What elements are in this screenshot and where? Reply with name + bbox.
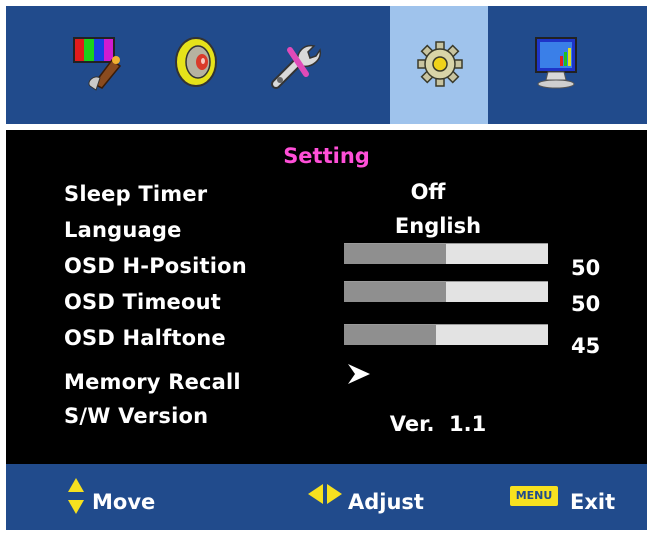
sleep-timer-value[interactable]: Off (368, 180, 488, 204)
osd-h-position-value: 50 (571, 256, 601, 280)
footer-bar: Move Adjust MENU Exit (6, 464, 647, 530)
footer-exit: MENU Exit (510, 464, 630, 530)
footer-adjust: Adjust (306, 464, 446, 530)
monitor-icon (535, 37, 577, 89)
tab-tools[interactable] (244, 6, 342, 124)
osd-h-position-slider-fill (344, 244, 446, 264)
tab-display[interactable] (506, 6, 604, 124)
tab-picture[interactable] (48, 6, 146, 124)
footer-move-label: Move (92, 490, 156, 514)
osd-h-position-label[interactable]: OSD H-Position (64, 254, 247, 278)
memory-recall-label[interactable]: Memory Recall (64, 370, 241, 394)
tab-sound[interactable] (146, 6, 244, 124)
osd-halftone-slider-fill (344, 325, 436, 345)
osd-timeout-slider[interactable] (344, 281, 548, 302)
sw-version-label: S/W Version (64, 404, 209, 428)
up-down-arrows-icon (68, 478, 84, 514)
menu-key-icon: MENU (510, 486, 558, 506)
tab-setting[interactable] (390, 6, 488, 124)
left-right-arrows-icon (308, 484, 342, 504)
osd-halftone-value: 45 (571, 334, 601, 358)
settings-gear-icon (417, 41, 463, 87)
osd-timeout-slider-fill (344, 282, 446, 302)
osd-timeout-value: 50 (571, 292, 601, 316)
tab-bar (6, 6, 647, 124)
osd-halftone-label[interactable]: OSD Halftone (64, 326, 226, 350)
osd-halftone-slider[interactable] (344, 324, 548, 345)
tools-wrench-icon (271, 44, 321, 89)
arrow-right-icon[interactable] (346, 362, 372, 386)
osd-menu: Setting Sleep Timer Off Language English… (6, 6, 647, 530)
sw-version-value: Ver. 1.1 (389, 412, 487, 436)
footer-exit-label: Exit (570, 490, 616, 514)
osd-h-position-slider[interactable] (344, 243, 548, 264)
sleep-timer-label[interactable]: Sleep Timer (64, 182, 207, 206)
language-value[interactable]: English (378, 214, 498, 238)
settings-panel: Setting Sleep Timer Off Language English… (6, 130, 647, 464)
sound-speaker-icon (175, 37, 217, 87)
footer-move: Move (66, 464, 186, 530)
picture-icon (73, 37, 122, 91)
language-label[interactable]: Language (64, 218, 182, 242)
footer-adjust-label: Adjust (348, 490, 424, 514)
page-title: Setting (283, 144, 370, 168)
osd-timeout-label[interactable]: OSD Timeout (64, 290, 221, 314)
